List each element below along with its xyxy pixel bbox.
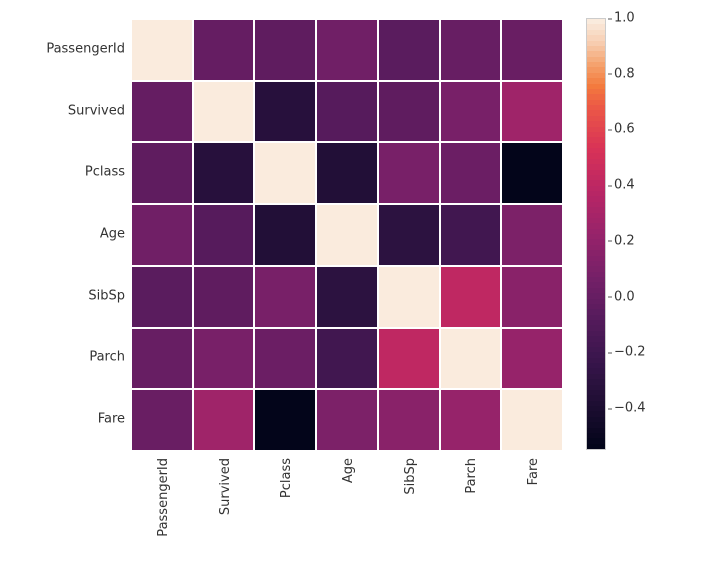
heatmap-cell	[440, 266, 502, 328]
y-tick-label: Age	[100, 227, 125, 242]
heatmap-cell	[316, 389, 378, 451]
heatmap-cell	[501, 266, 563, 328]
x-tick-label: PassengerId	[156, 458, 171, 537]
x-tick-label: Fare	[526, 458, 541, 485]
heatmap-cell	[501, 204, 563, 266]
heatmap-cell	[316, 328, 378, 390]
colorbar-tick-label: 0.4	[614, 178, 635, 193]
heatmap-cell	[254, 204, 316, 266]
x-tick-label: Parch	[464, 458, 479, 494]
heatmap-cell	[440, 142, 502, 204]
heatmap-cell	[316, 19, 378, 81]
heatmap-cell	[316, 266, 378, 328]
heatmap-cell	[254, 328, 316, 390]
heatmap-cell	[501, 142, 563, 204]
heatmap-cell	[378, 389, 440, 451]
colorbar-tick-label: 0.2	[614, 233, 635, 248]
heatmap-cell	[131, 204, 193, 266]
colorbar-gradient	[586, 18, 606, 450]
heatmap-cell	[254, 389, 316, 451]
colorbar: −0.4−0.20.00.20.40.60.81.0	[586, 18, 676, 450]
heatmap-cell	[131, 81, 193, 143]
heatmap-cell	[193, 389, 255, 451]
heatmap-cell	[378, 19, 440, 81]
y-tick-label: Pclass	[85, 165, 125, 180]
heatmap-cell	[316, 142, 378, 204]
heatmap-table	[131, 19, 563, 451]
heatmap-cell	[131, 19, 193, 81]
heatmap-cell	[378, 204, 440, 266]
y-tick-label: Fare	[98, 412, 125, 427]
colorbar-ticks: −0.4−0.20.00.20.40.60.81.0	[610, 18, 670, 450]
heatmap-cell	[131, 389, 193, 451]
heatmap-cell	[254, 142, 316, 204]
heatmap-cell	[440, 389, 502, 451]
colorbar-tick-label: 1.0	[614, 11, 635, 26]
colorbar-tick-label: 0.0	[614, 289, 635, 304]
x-tick-label: Pclass	[279, 458, 294, 498]
colorbar-tick-label: 0.8	[614, 66, 635, 81]
heatmap-cell	[316, 204, 378, 266]
heatmap-cell	[193, 19, 255, 81]
y-tick-label: Survived	[68, 103, 125, 118]
heatmap-cell	[131, 266, 193, 328]
heatmap-cell	[440, 204, 502, 266]
heatmap-cell	[131, 328, 193, 390]
x-tick-label: Survived	[218, 458, 233, 515]
x-axis-tick-labels: PassengerId Survived Pclass Age SibSp Parch Fa…	[130, 458, 562, 553]
colorbar-tick-label: 0.6	[614, 122, 635, 137]
heatmap-cell	[193, 142, 255, 204]
y-tick-label: Parch	[89, 350, 125, 365]
heatmap-cell	[501, 19, 563, 81]
heatmap-cell	[501, 81, 563, 143]
heatmap-cell	[378, 142, 440, 204]
x-tick-label: Age	[341, 458, 356, 483]
heatmap-cell	[193, 81, 255, 143]
heatmap-cell	[378, 266, 440, 328]
heatmap-cell	[254, 266, 316, 328]
heatmap-cell	[378, 328, 440, 390]
heatmap-grid	[130, 18, 564, 452]
heatmap-cell	[316, 81, 378, 143]
heatmap-cell	[378, 81, 440, 143]
y-axis-tick-labels: PassengerId Survived Pclass Age SibSp Parch Fa…	[0, 18, 125, 450]
heatmap-cell	[193, 328, 255, 390]
heatmap-cell	[501, 328, 563, 390]
y-tick-label: SibSp	[88, 288, 125, 303]
heatmap-cell	[193, 204, 255, 266]
heatmap-cell	[440, 81, 502, 143]
y-tick-label: PassengerId	[46, 41, 125, 56]
heatmap-cell	[254, 19, 316, 81]
colorbar-tick-label: −0.2	[614, 345, 646, 360]
heatmap-cell	[440, 19, 502, 81]
heatmap-cell	[254, 81, 316, 143]
heatmap-cell	[501, 389, 563, 451]
heatmap-cell	[131, 142, 193, 204]
heatmap-cell	[440, 328, 502, 390]
heatmap-cell	[193, 266, 255, 328]
colorbar-tick-label: −0.4	[614, 401, 646, 416]
x-tick-label: SibSp	[403, 458, 418, 495]
